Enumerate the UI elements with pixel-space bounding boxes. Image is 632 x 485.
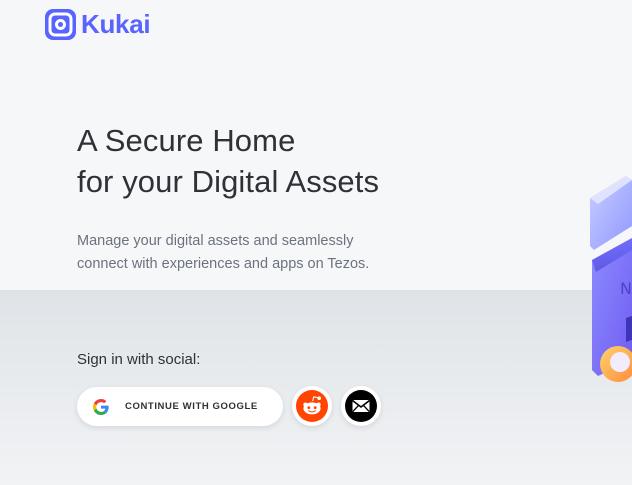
tezos-3d-illustration: N — [590, 176, 632, 382]
email-icon — [345, 390, 377, 422]
kukai-logo-icon — [45, 9, 76, 40]
brand-name: Kukai — [81, 9, 151, 39]
hero-subtitle-line-2: connect with experiences and apps on Tez… — [77, 256, 370, 272]
social-signin-label: Sign in with social: — [77, 351, 201, 368]
reddit-icon — [296, 390, 328, 422]
svg-text:N: N — [620, 279, 632, 298]
google-icon — [93, 398, 109, 415]
hero-title-line-1: A Secure Home — [77, 123, 296, 158]
continue-with-google-button[interactable]: CONTINUE WITH GOOGLE — [77, 387, 283, 426]
hero-title-line-2: for your Digital Assets — [77, 164, 380, 199]
hero-subtitle: Manage your digital assets and seamlessl… — [77, 230, 417, 276]
reddit-signin-button[interactable] — [292, 386, 332, 426]
kukai-logo[interactable]: Kukai — [45, 9, 151, 40]
google-button-label: CONTINUE WITH GOOGLE — [125, 401, 258, 412]
hero-title: A Secure Home for your Digital Assets — [77, 120, 379, 202]
email-signin-button[interactable] — [341, 386, 381, 426]
hero-subtitle-line-1: Manage your digital assets and seamlessl… — [77, 233, 354, 249]
